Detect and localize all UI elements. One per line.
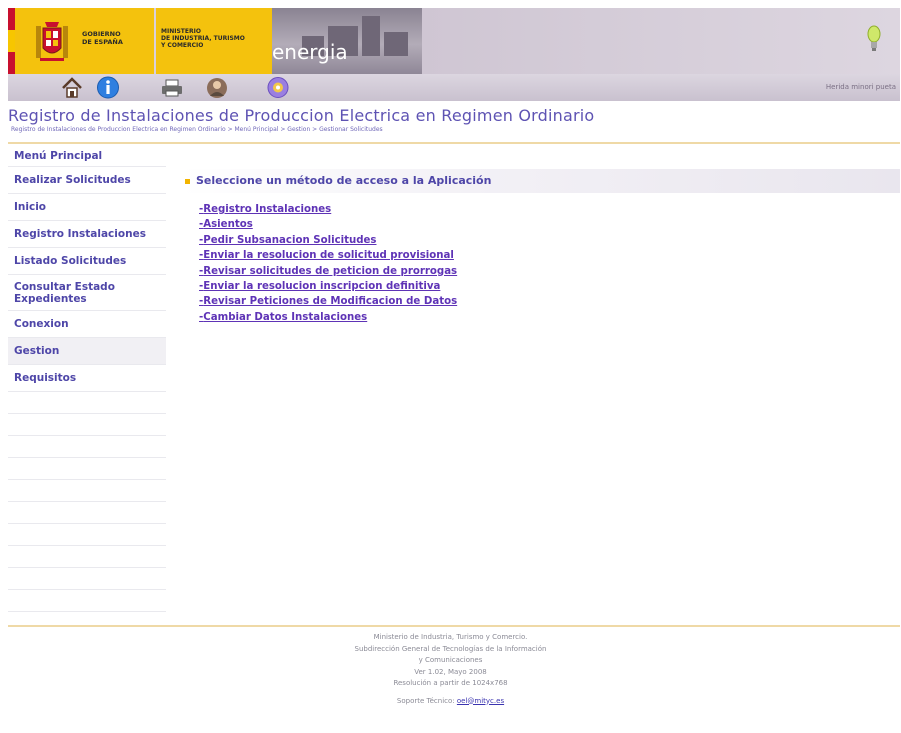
sidebar-item-consultar-estado-expedientes[interactable]: Consultar Estado Expedientes xyxy=(8,275,166,311)
header-banner: GOBIERNO DE ESPAÑA MINISTERIO DE INDUSTR… xyxy=(8,8,900,74)
link-revisar-peticiones-modificacion[interactable]: -Revisar Peticiones de Modificacion de D… xyxy=(199,294,457,309)
energia-label: energia xyxy=(272,40,348,64)
info-icon[interactable] xyxy=(96,76,120,99)
support-line: Soporte Técnico: oel@mityc.es xyxy=(0,696,901,708)
gobierno-logo-box: GOBIERNO DE ESPAÑA xyxy=(15,8,154,74)
support-label: Soporte Técnico: xyxy=(396,696,455,705)
sidebar: Menú Principal Realizar Solicitudes Inic… xyxy=(8,145,166,612)
bullet-icon xyxy=(185,179,190,184)
footer-line: Subdirección General de Tecnologías de l… xyxy=(354,644,547,653)
link-enviar-resolucion-provisional[interactable]: -Enviar la resolucion de solicitud provi… xyxy=(199,248,457,263)
help-person-icon[interactable] xyxy=(205,76,229,99)
sidebar-item-registro-instalaciones[interactable]: Registro Instalaciones xyxy=(8,221,166,248)
sidebar-empty-row xyxy=(8,436,166,458)
link-asientos[interactable]: -Asientos xyxy=(199,217,457,232)
ministerio-text: MINISTERIO DE INDUSTRIA, TURISMO Y COMER… xyxy=(161,28,245,49)
toolbar: Herida minori pueta xyxy=(8,74,900,101)
coat-of-arms-icon xyxy=(36,22,68,61)
sidebar-item-conexion[interactable]: Conexion xyxy=(8,311,166,338)
footer-line: y Comunicaciones xyxy=(418,656,483,664)
footer: Ministerio de Industria, Turismo y Comer… xyxy=(0,632,901,707)
link-registro-instalaciones[interactable]: -Registro Instalaciones xyxy=(199,202,457,217)
section-header: Seleccione un método de acceso a la Apli… xyxy=(181,169,900,193)
access-method-links: -Registro Instalaciones -Asientos -Pedir… xyxy=(199,202,457,325)
gobierno-text: GOBIERNO DE ESPAÑA xyxy=(82,30,123,46)
toolbar-right-text: Herida minori pueta xyxy=(825,83,896,91)
sidebar-empty-row xyxy=(8,524,166,546)
sidebar-empty-row xyxy=(8,480,166,502)
print-icon[interactable] xyxy=(160,76,184,99)
contact-globe-icon[interactable] xyxy=(266,76,290,99)
sidebar-item-inicio[interactable]: Inicio xyxy=(8,194,166,221)
link-pedir-subsanacion-solicitudes[interactable]: -Pedir Subsanacion Solicitudes xyxy=(199,233,457,248)
sidebar-item-realizar-solicitudes[interactable]: Realizar Solicitudes xyxy=(8,167,166,194)
sidebar-empty-row xyxy=(8,458,166,480)
support-email-link[interactable]: oel@mityc.es xyxy=(457,697,504,705)
footer-line: Ver 1.02, Mayo 2008 xyxy=(414,667,487,676)
banner-right-panel xyxy=(422,8,900,74)
link-revisar-solicitudes-prorrogas[interactable]: -Revisar solicitudes de peticion de pror… xyxy=(199,264,457,279)
ministerio-logo-box: MINISTERIO DE INDUSTRIA, TURISMO Y COMER… xyxy=(156,8,272,74)
sidebar-empty-row xyxy=(8,414,166,436)
sidebar-empty-row xyxy=(8,590,166,612)
section-title: Seleccione un método de acceso a la Apli… xyxy=(196,174,492,187)
spain-flag-stripe xyxy=(8,8,15,74)
lightbulb-icon xyxy=(867,25,881,51)
sidebar-item-listado-solicitudes[interactable]: Listado Solicitudes xyxy=(8,248,166,275)
sidebar-item-menu-principal[interactable]: Menú Principal xyxy=(8,145,166,167)
sidebar-empty-row xyxy=(8,546,166,568)
home-icon[interactable] xyxy=(60,76,84,99)
footer-line: Resolución a partir de 1024x768 xyxy=(393,679,508,687)
footer-divider xyxy=(8,625,900,627)
link-enviar-resolucion-definitiva[interactable]: -Enviar la resolucion inscripcion defini… xyxy=(199,279,457,294)
sidebar-item-gestion[interactable]: Gestion xyxy=(8,338,166,365)
title-divider xyxy=(8,142,900,144)
sidebar-empty-row xyxy=(8,568,166,590)
link-cambiar-datos-instalaciones[interactable]: -Cambiar Datos Instalaciones xyxy=(199,310,457,325)
sidebar-item-requisitos[interactable]: Requisitos xyxy=(8,365,166,392)
footer-line: Ministerio de Industria, Turismo y Comer… xyxy=(373,633,528,641)
sidebar-empty-row xyxy=(8,392,166,414)
page-title: Registro de Instalaciones de Produccion … xyxy=(8,106,595,125)
breadcrumb[interactable]: Registro de Instalaciones de Produccion … xyxy=(11,126,383,133)
sidebar-empty-row xyxy=(8,502,166,524)
